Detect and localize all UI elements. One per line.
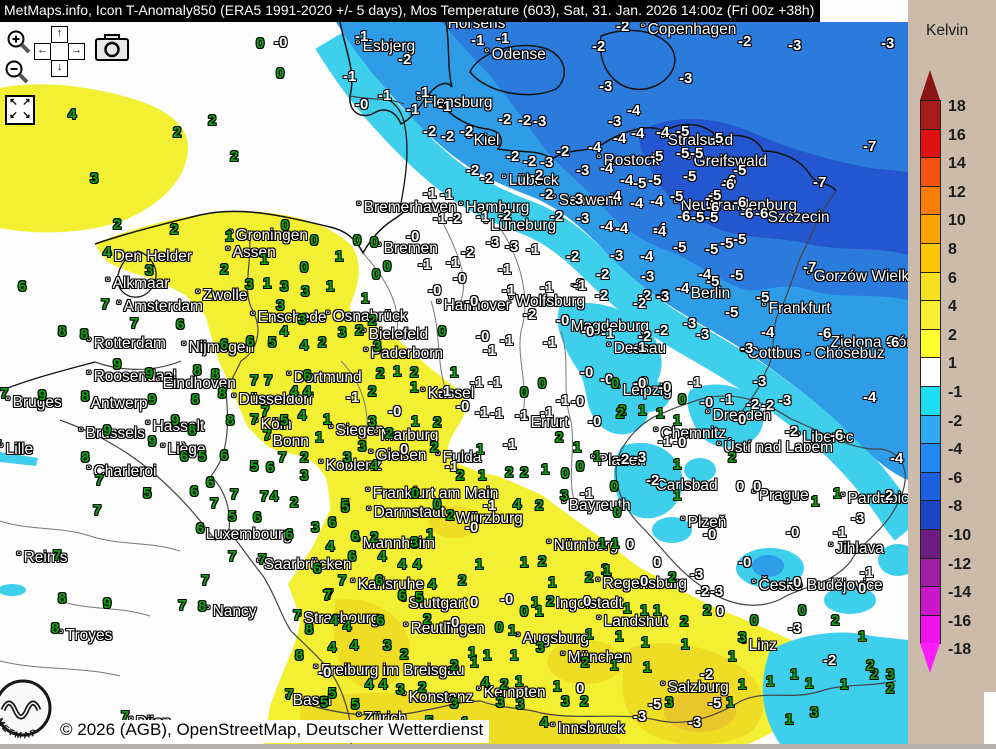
scale-arrow-down bbox=[920, 643, 940, 673]
legend-sidebar: Kelvin 181614121086421-1-2-4-6-8-10-12-1… bbox=[908, 0, 996, 749]
pan-right-button[interactable]: → bbox=[68, 43, 85, 60]
scale-tick-label: 1 bbox=[948, 355, 957, 373]
scale-arrow-up bbox=[920, 70, 940, 100]
scale-tick-label: 18 bbox=[948, 98, 966, 116]
snapshot-button[interactable] bbox=[95, 34, 131, 67]
scale-box bbox=[920, 329, 941, 359]
scale-tick-label: 6 bbox=[948, 270, 957, 288]
scale-tick-label: 8 bbox=[948, 241, 957, 259]
scale-tick-label: -10 bbox=[948, 527, 971, 545]
magnifier-minus-icon bbox=[3, 58, 31, 86]
vertical-scrollbar[interactable] bbox=[984, 692, 996, 744]
scale-box bbox=[920, 357, 941, 387]
scale-box bbox=[920, 615, 941, 645]
scale-tick-label: 4 bbox=[948, 298, 957, 316]
scale-tick-label: -1 bbox=[948, 384, 962, 402]
expand-ne-icon: ↗ bbox=[20, 97, 33, 110]
scale-tick-label: -8 bbox=[948, 498, 962, 516]
region-cyan-leipzig bbox=[626, 380, 670, 412]
metmaps-logo-icon: METMAPS bbox=[0, 676, 61, 746]
fullscreen-button[interactable]: ↖ ↗ ↙ ↘ bbox=[5, 95, 35, 125]
scale-box bbox=[920, 472, 941, 502]
metmaps-logo: METMAPS bbox=[0, 676, 61, 749]
map-title: MetMaps.info, Icon T-Anomaly850 (ERA5 19… bbox=[0, 0, 820, 22]
scale-box bbox=[920, 586, 941, 616]
expand-nw-icon: ↖ bbox=[7, 97, 20, 110]
scale-box bbox=[920, 558, 941, 588]
scale-tick-label: -16 bbox=[948, 613, 971, 631]
scale-box bbox=[920, 243, 941, 273]
scale-tick-label: 14 bbox=[948, 155, 966, 173]
weather-map[interactable] bbox=[0, 0, 996, 749]
attribution-links[interactable]: © 2026 (AGB), OpenStreetMap, Deutscher W… bbox=[54, 720, 489, 743]
scale-box bbox=[920, 500, 941, 530]
region-cyan-se1 bbox=[824, 586, 876, 614]
scale-tick-label: -6 bbox=[948, 470, 962, 488]
scale-tick-label: -14 bbox=[948, 584, 971, 602]
pan-control: ↑ ← → ↓ bbox=[34, 26, 86, 78]
scale-box bbox=[920, 272, 941, 302]
scale-box bbox=[920, 186, 941, 216]
scale-tick-label: 2 bbox=[948, 327, 957, 345]
metmaps-app: °Horsens°Copenhagen°Esbjerg°Odense°Flens… bbox=[0, 0, 996, 749]
zoom-in-button[interactable] bbox=[5, 28, 33, 61]
scale-box bbox=[920, 386, 941, 416]
scale-box bbox=[920, 529, 941, 559]
zoom-out-button[interactable] bbox=[3, 58, 31, 91]
scale-box bbox=[920, 415, 941, 445]
pan-down-button[interactable]: ↓ bbox=[51, 60, 68, 77]
scale-box bbox=[920, 300, 941, 330]
region-blue-budweis bbox=[752, 555, 784, 577]
expand-sw-icon: ↙ bbox=[7, 110, 20, 123]
scale-tick-label: 10 bbox=[948, 212, 966, 230]
horizontal-scrollbar[interactable] bbox=[0, 744, 996, 749]
scale-box bbox=[920, 214, 941, 244]
region-yellow-deep-wuerzburg bbox=[429, 506, 481, 538]
scale-bar: 18 16 14 12 10 8 6 4 2 1 -1 -2 -4 -6 -8 -10 -12 -14 -16 -18 bbox=[908, 0, 996, 749]
scale-tick-label: 16 bbox=[948, 127, 966, 145]
region-cyan-pilsen bbox=[652, 517, 692, 543]
scale-tick-label: -4 bbox=[948, 441, 962, 459]
scale-box bbox=[920, 129, 941, 159]
magnifier-plus-icon bbox=[5, 28, 33, 56]
region-yellow-deep-munich bbox=[547, 640, 623, 684]
scale-tick-label: 12 bbox=[948, 184, 966, 202]
pan-up-button[interactable]: ↑ bbox=[51, 26, 68, 43]
region-cyan-usti bbox=[684, 458, 716, 482]
scale-box bbox=[920, 443, 941, 473]
scale-box bbox=[920, 157, 941, 187]
pan-left-button[interactable]: ← bbox=[34, 43, 51, 60]
scale-tick-label: -2 bbox=[948, 413, 962, 431]
expand-se-icon: ↘ bbox=[20, 110, 33, 123]
region-orange-salzach bbox=[664, 692, 736, 732]
scale-tick-label: -12 bbox=[948, 556, 971, 574]
scale-tick-label: -18 bbox=[948, 641, 971, 659]
camera-icon bbox=[95, 34, 131, 62]
scale-box bbox=[920, 100, 941, 130]
